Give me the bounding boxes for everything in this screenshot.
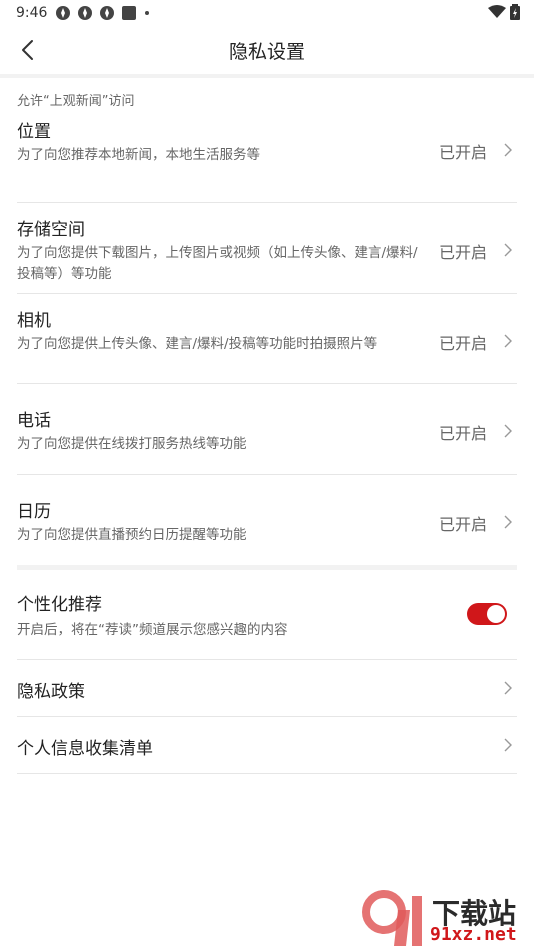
row-status: 已开启 bbox=[438, 243, 487, 262]
row-title: 个性化推荐 bbox=[17, 595, 102, 615]
row-status: 已开启 bbox=[438, 143, 487, 162]
watermark-url: 91xz.net bbox=[430, 924, 517, 945]
app-notification-icon bbox=[56, 6, 71, 20]
row-title: 隐私政策 bbox=[17, 682, 85, 702]
row-description: 为了向您提供直播预约日历提醒等功能 bbox=[17, 527, 247, 543]
page-title: 隐私设置 bbox=[228, 40, 305, 63]
row-description: 为了向您推荐本地新闻，本地生活服务等 bbox=[17, 147, 260, 163]
permission-row-camera[interactable]: 相机 为了向您提供上传头像、建言/爆料/投稿等功能时拍摄照片等 已开启 bbox=[17, 294, 517, 384]
toggle-knob bbox=[487, 605, 505, 623]
row-status: 已开启 bbox=[438, 515, 487, 534]
chevron-right-icon bbox=[504, 515, 512, 529]
battery-icon bbox=[510, 4, 520, 20]
status-time: 9:46 bbox=[16, 5, 48, 21]
row-description: 为了向您提供在线拨打服务热线等功能 bbox=[17, 436, 247, 452]
app-notification-icon bbox=[78, 6, 93, 20]
row-title: 日历 bbox=[17, 502, 51, 522]
square-notification-icon bbox=[122, 6, 137, 20]
row-description: 开启后，将在“荐读”频道展示您感兴趣的内容 bbox=[17, 622, 288, 638]
permission-row-calendar[interactable]: 日历 为了向您提供直播预约日历提醒等功能 已开启 bbox=[17, 475, 517, 565]
back-arrow-icon[interactable] bbox=[14, 36, 42, 64]
row-description: 为了向您提供上传头像、建言/爆料/投稿等功能时拍摄照片等 bbox=[17, 336, 378, 352]
chevron-right-icon bbox=[504, 681, 512, 695]
chevron-right-icon bbox=[504, 143, 512, 157]
chevron-right-icon bbox=[504, 424, 512, 438]
section-label: 允许“上观新闻”访问 bbox=[17, 94, 135, 109]
app-notification-icon bbox=[100, 6, 115, 20]
row-title: 个人信息收集清单 bbox=[17, 739, 153, 759]
header-bar: 隐私设置 bbox=[0, 26, 534, 74]
permission-row-storage[interactable]: 存储空间 为了向您提供下载图片，上传图片或视频（如上传头像、建言/爆料/投稿等）… bbox=[17, 203, 517, 294]
chevron-right-icon bbox=[504, 334, 512, 348]
more-dot-icon bbox=[145, 11, 150, 15]
row-status: 已开启 bbox=[438, 334, 487, 353]
chevron-right-icon bbox=[504, 738, 512, 752]
row-status: 已开启 bbox=[438, 424, 487, 443]
row-title: 电话 bbox=[17, 411, 51, 431]
row-title: 存储空间 bbox=[17, 220, 85, 240]
row-description: 为了向您提供下载图片，上传图片或视频（如上传头像、建言/爆料/投稿等）等功能 bbox=[17, 245, 418, 282]
site-watermark: 下载站 91xz.net bbox=[362, 890, 532, 948]
personal-info-list-row[interactable]: 个人信息收集清单 bbox=[17, 717, 517, 774]
chevron-right-icon bbox=[504, 243, 512, 257]
row-title: 位置 bbox=[17, 122, 51, 142]
row-title: 相机 bbox=[17, 311, 51, 331]
permission-row-phone[interactable]: 电话 为了向您提供在线拨打服务热线等功能 已开启 bbox=[17, 384, 517, 475]
watermark-logo-icon bbox=[362, 890, 422, 946]
personalized-toggle[interactable] bbox=[467, 603, 507, 625]
privacy-policy-row[interactable]: 隐私政策 bbox=[17, 660, 517, 717]
permission-row-location[interactable]: 位置 为了向您推荐本地新闻，本地生活服务等 已开启 bbox=[17, 112, 517, 203]
personalized-recommendation-row: 个性化推荐 开启后，将在“荐读”频道展示您感兴趣的内容 bbox=[17, 570, 517, 660]
wifi-icon bbox=[488, 5, 506, 18]
status-bar: 9:46 bbox=[0, 0, 534, 26]
